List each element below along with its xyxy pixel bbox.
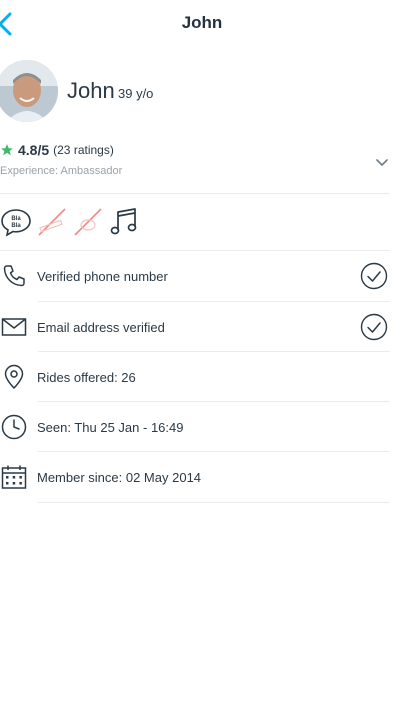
info-row-label: Seen: Thu 25 Jan - 16:49 xyxy=(37,419,184,435)
calendar-icon xyxy=(0,463,28,491)
info-row-label: Member since: 02 May 2014 xyxy=(37,469,202,485)
no-smoking-icon xyxy=(36,205,68,239)
travel-preferences: Bla Bla xyxy=(0,202,140,242)
profile-age: 39 y/o xyxy=(118,86,154,101)
rating-summary: 4.8/5 (23 ratings) xyxy=(0,140,114,160)
no-pets-icon xyxy=(72,205,104,239)
info-row-phone: Verified phone number xyxy=(0,251,390,301)
top-bar: John xyxy=(0,0,404,48)
info-row-rides: Rides offered: 26 xyxy=(0,352,390,402)
info-row-last-seen: Seen: Thu 25 Jan - 16:49 xyxy=(0,402,390,452)
music-icon xyxy=(108,205,140,239)
chevron-down-icon[interactable] xyxy=(374,154,390,170)
info-row-label: Verified phone number xyxy=(37,268,168,284)
divider xyxy=(0,193,390,194)
phone-icon xyxy=(0,262,28,290)
profile-header: John 39 y/o xyxy=(0,58,404,128)
envelope-icon xyxy=(0,313,28,341)
info-row-email: Email address verified xyxy=(0,302,390,352)
page-title: John xyxy=(181,13,223,32)
star-icon xyxy=(1,144,13,156)
clock-icon xyxy=(0,413,28,441)
profile-name: John xyxy=(67,78,115,103)
experience-level: Experience: Ambassador xyxy=(0,165,123,177)
info-row-label: Email address verified xyxy=(37,319,165,335)
location-pin-icon xyxy=(0,363,28,391)
verified-check-icon xyxy=(360,313,388,341)
verified-check-icon xyxy=(360,262,388,290)
divider xyxy=(38,502,390,503)
info-row-member-since: Member since: 02 May 2014 xyxy=(0,452,390,502)
svg-text:Bla: Bla xyxy=(11,216,21,222)
rating-count: (23 ratings) xyxy=(53,143,114,157)
info-row-label: Rides offered: 26 xyxy=(37,369,136,385)
avatar[interactable] xyxy=(0,60,58,122)
rating-score: 4.8/5 xyxy=(18,142,50,158)
chatty-icon: Bla Bla xyxy=(0,205,32,239)
svg-text:Bla: Bla xyxy=(11,223,21,229)
